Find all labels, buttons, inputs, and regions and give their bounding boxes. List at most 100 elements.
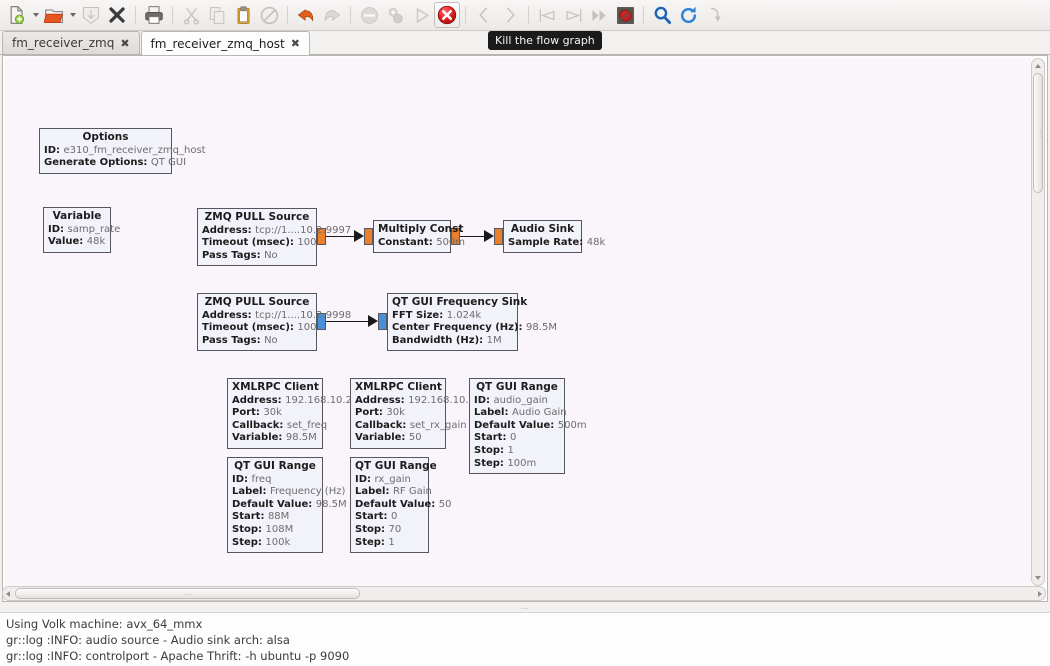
block-param-key: Default Value: [232, 498, 316, 510]
vertical-scroll-thumb[interactable]: ⋮ [1033, 73, 1045, 193]
new-file-dropdown-arrow[interactable] [30, 2, 41, 28]
block-multiply-const[interactable]: Multiply Const Constant: 500m [373, 220, 465, 254]
block-param-row: Label: Audio Gain [474, 407, 567, 420]
block-param-value: samp_rate [67, 223, 121, 235]
generate-button [382, 2, 408, 28]
block-param-key: Step: [474, 457, 508, 469]
flowgraph-canvas[interactable]: Options ID: e310_fm_receiver_zmq_host Gene… [5, 58, 1031, 586]
block-param-row: Address: tcp://1....10.2:9998 [202, 310, 351, 323]
kill-button[interactable] [434, 2, 460, 28]
block-param-row: Address: 192.168.10.2 [232, 395, 352, 408]
block-param-row: Constant: 500m [378, 237, 465, 250]
canvas-horizontal-scrollbar[interactable]: ⋯ [2, 586, 1046, 601]
block-param-value: No [264, 334, 278, 346]
block-param-row: ID: rx_gain [355, 474, 424, 487]
toolbar-separator [643, 6, 644, 24]
block-param-key: Step: [355, 536, 389, 548]
undo-button[interactable] [293, 2, 319, 28]
block-title: Audio Sink [510, 223, 575, 235]
block-param-key: Start: [232, 511, 268, 523]
cut-button [178, 2, 204, 28]
block-param-key: Label: [474, 407, 512, 419]
block-param-value: 192.168.10.2 [408, 394, 475, 406]
port-multiply-in[interactable] [364, 228, 373, 245]
more-button [701, 2, 727, 28]
open-file-dropdown-arrow[interactable] [67, 2, 78, 28]
block-param-row: Center Frequency (Hz): 98.5M [392, 322, 557, 335]
block-param-row: Timeout (msec): 100 [202, 322, 317, 335]
block-param-value: e310_fm_receiver_zmq_host [63, 144, 206, 156]
block-param-key: Bandwidth (Hz): [392, 334, 487, 346]
scroll-right-arrow[interactable] [1038, 591, 1042, 597]
close-button[interactable] [104, 2, 130, 28]
printer-icon [144, 5, 164, 25]
scroll-down-arrow[interactable] [1034, 573, 1042, 583]
new-file-button[interactable] [4, 2, 30, 28]
canvas-vertical-scrollbar[interactable]: ⋮ [1031, 58, 1045, 586]
block-title: ZMQ PULL Source [204, 296, 310, 308]
block-zmq-pull-source-spectrum[interactable]: ZMQ PULL Source Address: tcp://1....10.2:… [197, 293, 351, 352]
scroll-left-arrow[interactable] [6, 591, 10, 597]
wire-zmq-spectrum-to-freq-sink[interactable] [326, 321, 372, 322]
block-audio-sink[interactable]: Audio Sink Sample Rate: 48k [503, 220, 605, 254]
block-param-value: 1M [486, 334, 502, 346]
block-param-value: set_freq [286, 419, 328, 431]
block-param-key: ID: [355, 473, 375, 485]
block-zmq-pull-source-audio[interactable]: ZMQ PULL Source Address: tcp://1....10.2:… [197, 208, 351, 267]
tab-label: fm_receiver_zmq_host [150, 36, 285, 51]
flip-vertical-button [560, 2, 586, 28]
port-audio-sink-in[interactable] [494, 228, 503, 245]
block-param-row: Start: 0 [474, 432, 560, 445]
open-file-button[interactable] [41, 2, 67, 28]
block-param-key: Generate Options: [44, 157, 151, 169]
reload-blocks-button[interactable] [675, 2, 701, 28]
block-title: Multiply Const [378, 223, 464, 235]
rotate-right-button [497, 2, 523, 28]
flip-vertical-icon [564, 6, 583, 25]
block-param-row: Variable: 98.5M [232, 432, 318, 445]
block-xmlrpc-client-rx-gain[interactable]: XMLRPC Client Address: 192.168.10.2 Port: … [350, 378, 475, 449]
scroll-up-arrow[interactable] [1034, 61, 1042, 71]
block-qt-gui-frequency-sink[interactable]: QT GUI Frequency Sink FFT Size: 1.024k Cen… [387, 293, 557, 352]
flowgraph-tab-0[interactable]: fm_receiver_zmq ✖ [2, 31, 140, 54]
block-param-key: Port: [232, 407, 264, 419]
toolbar-separator [287, 6, 288, 24]
find-block-button[interactable] [649, 2, 675, 28]
block-qt-gui-range-freq[interactable]: QT GUI Range ID: freq Label: Frequency (Hz… [227, 457, 347, 554]
gears-icon [386, 6, 405, 25]
block-param-key: ID: [44, 144, 64, 156]
block-param-value: 48k [586, 236, 606, 248]
block-variable-samp-rate[interactable]: Variable ID: samp_rate Value: 48k [43, 207, 120, 253]
flip-horizontal-icon [538, 6, 557, 25]
block-param-row: Timeout (msec): 100 [202, 237, 317, 250]
block-xmlrpc-client-freq[interactable]: XMLRPC Client Address: 192.168.10.2 Port: … [227, 378, 352, 449]
undo-arrow-icon [296, 5, 316, 25]
block-param-key: ID: [232, 473, 252, 485]
paste-button[interactable] [230, 2, 256, 28]
tab-close-icon[interactable]: ✖ [291, 37, 300, 50]
block-param-value: 100 [297, 322, 317, 334]
horizontal-scroll-thumb[interactable]: ⋯ [15, 588, 360, 599]
block-param-key: Pass Tags: [202, 249, 265, 261]
block-param-row: Default Value: 98.5M [232, 498, 347, 512]
redo-button [319, 2, 345, 28]
block-options[interactable]: Options ID: e310_fm_receiver_zmq_host Gene… [39, 128, 206, 174]
flowgraph-tab-1[interactable]: fm_receiver_zmq_host ✖ [140, 31, 310, 55]
block-qt-gui-range-rx-gain[interactable]: QT GUI Range ID: rx_gain Label: RF Gain Def… [350, 457, 451, 554]
port-freq-sink-in[interactable] [378, 313, 387, 330]
block-param-key: Stop: [232, 523, 266, 535]
block-param-row: Default Value: 50 [355, 499, 451, 512]
print-button[interactable] [141, 2, 167, 28]
tab-close-icon[interactable]: ✖ [120, 37, 129, 50]
block-param-value: 100 [297, 237, 317, 249]
block-title: QT GUI Range [476, 381, 558, 393]
console-log-panel[interactable]: Using Volk machine: avx_64_mmx gr::log :I… [0, 612, 1050, 666]
block-qt-gui-range-audio-gain[interactable]: QT GUI Range ID: audio_gain Label: Audio G… [469, 378, 587, 475]
block-param-key: Callback: [232, 419, 287, 431]
disable-button[interactable] [612, 2, 638, 28]
block-param-value: Audio Gain [511, 407, 567, 419]
block-param-value: rx_gain [374, 473, 411, 485]
block-param-value: 98.5M [526, 322, 557, 334]
arrow-multiply-to-audio-sink [484, 230, 494, 242]
clipboard-icon [234, 5, 253, 25]
